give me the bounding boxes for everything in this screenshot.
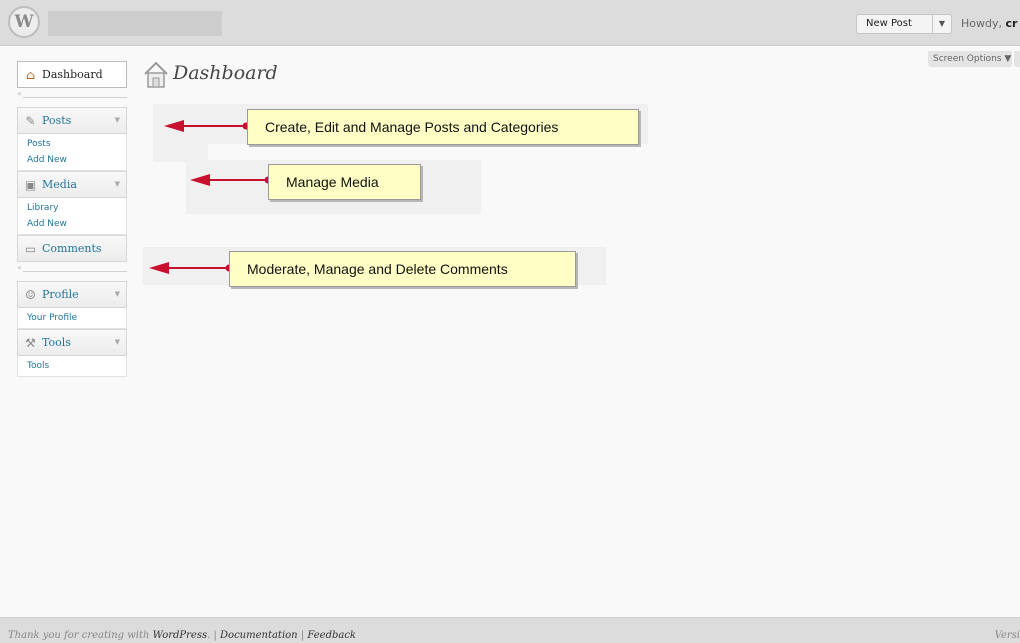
feedback-link[interactable]: Feedback — [307, 630, 356, 641]
menu-dashboard-label: Dashboard — [42, 68, 103, 81]
media-submenu: Library Add New — [17, 198, 127, 235]
menu-toggle-icon[interactable]: ▼ — [115, 338, 120, 346]
submenu-media-add-new[interactable]: Add New — [27, 216, 126, 232]
menu-separator[interactable] — [17, 262, 127, 281]
arrow-left-icon — [149, 262, 233, 274]
annotation-callout: Manage Media — [268, 164, 421, 200]
annotation-callout: Create, Edit and Manage Posts and Catego… — [247, 109, 639, 145]
users-icon: ☺ — [25, 287, 36, 302]
menu-toggle-icon[interactable]: ▼ — [115, 290, 120, 298]
media-icon: ▣ — [24, 177, 37, 192]
admin-footer: Thank you for creating with WordPress. |… — [0, 617, 1020, 643]
submenu-posts-all[interactable]: Posts — [27, 136, 126, 152]
new-post-button[interactable]: New Post — [856, 14, 932, 34]
admin-menu: ⌂ Dashboard ✎ Posts ▼ Posts Add New ▣ Me… — [17, 61, 127, 377]
dashboard-home-icon — [144, 61, 168, 88]
wordpress-link[interactable]: WordPress — [153, 630, 208, 641]
submenu-media-library[interactable]: Library — [27, 200, 126, 216]
home-icon: ⌂ — [25, 67, 36, 82]
menu-profile-label: Profile — [42, 288, 79, 301]
user-greeting: Howdy, cr | L — [961, 17, 1018, 30]
menu-toggle-icon[interactable]: ▼ — [115, 180, 120, 188]
admin-header: W New Post ▼ Howdy, cr | L — [0, 0, 1020, 46]
submenu-your-profile[interactable]: Your Profile — [27, 310, 126, 326]
tools-icon: ⚒ — [25, 335, 36, 350]
arrow-left-icon — [164, 120, 250, 132]
menu-media[interactable]: ▣ Media ▼ — [17, 171, 127, 198]
profile-submenu: Your Profile — [17, 308, 127, 329]
footer-version: Versi — [994, 630, 1020, 641]
menu-separator[interactable] — [17, 88, 127, 107]
menu-posts[interactable]: ✎ Posts ▼ — [17, 107, 127, 134]
site-title-redacted — [48, 11, 222, 36]
screen-options-button[interactable]: Screen Options ▼ — [928, 51, 1012, 67]
menu-tools-label: Tools — [42, 336, 71, 349]
menu-comments[interactable]: ▭ Comments — [17, 235, 127, 262]
menu-media-label: Media — [42, 178, 77, 191]
username-link[interactable]: cr — [1005, 17, 1017, 30]
pushpin-icon: ✎ — [25, 113, 36, 128]
tools-submenu: Tools — [17, 356, 127, 377]
page-title: Dashboard — [173, 62, 278, 84]
annotation-text: Moderate, Manage and Delete Comments — [247, 261, 508, 277]
menu-tools[interactable]: ⚒ Tools ▼ — [17, 329, 127, 356]
menu-dashboard[interactable]: ⌂ Dashboard — [17, 61, 127, 88]
chevron-down-icon[interactable]: ▼ — [932, 14, 952, 34]
menu-comments-label: Comments — [42, 242, 102, 255]
menu-toggle-icon[interactable]: ▼ — [115, 116, 120, 124]
posts-submenu: Posts Add New — [17, 134, 127, 171]
help-button[interactable] — [1014, 51, 1020, 67]
submenu-tools[interactable]: Tools — [27, 358, 126, 374]
wordpress-logo-icon[interactable]: W — [8, 6, 40, 38]
comment-icon: ▭ — [24, 241, 37, 256]
annotation-callout: Moderate, Manage and Delete Comments — [229, 251, 576, 287]
annotation-text: Manage Media — [286, 174, 379, 190]
submenu-posts-add-new[interactable]: Add New — [27, 152, 126, 168]
documentation-link[interactable]: Documentation — [220, 630, 298, 641]
annotation-text: Create, Edit and Manage Posts and Catego… — [265, 119, 559, 135]
footer-credits: Thank you for creating with WordPress. |… — [8, 630, 356, 641]
menu-profile[interactable]: ☺ Profile ▼ — [17, 281, 127, 308]
menu-posts-label: Posts — [42, 114, 72, 127]
arrow-left-icon — [190, 174, 272, 186]
